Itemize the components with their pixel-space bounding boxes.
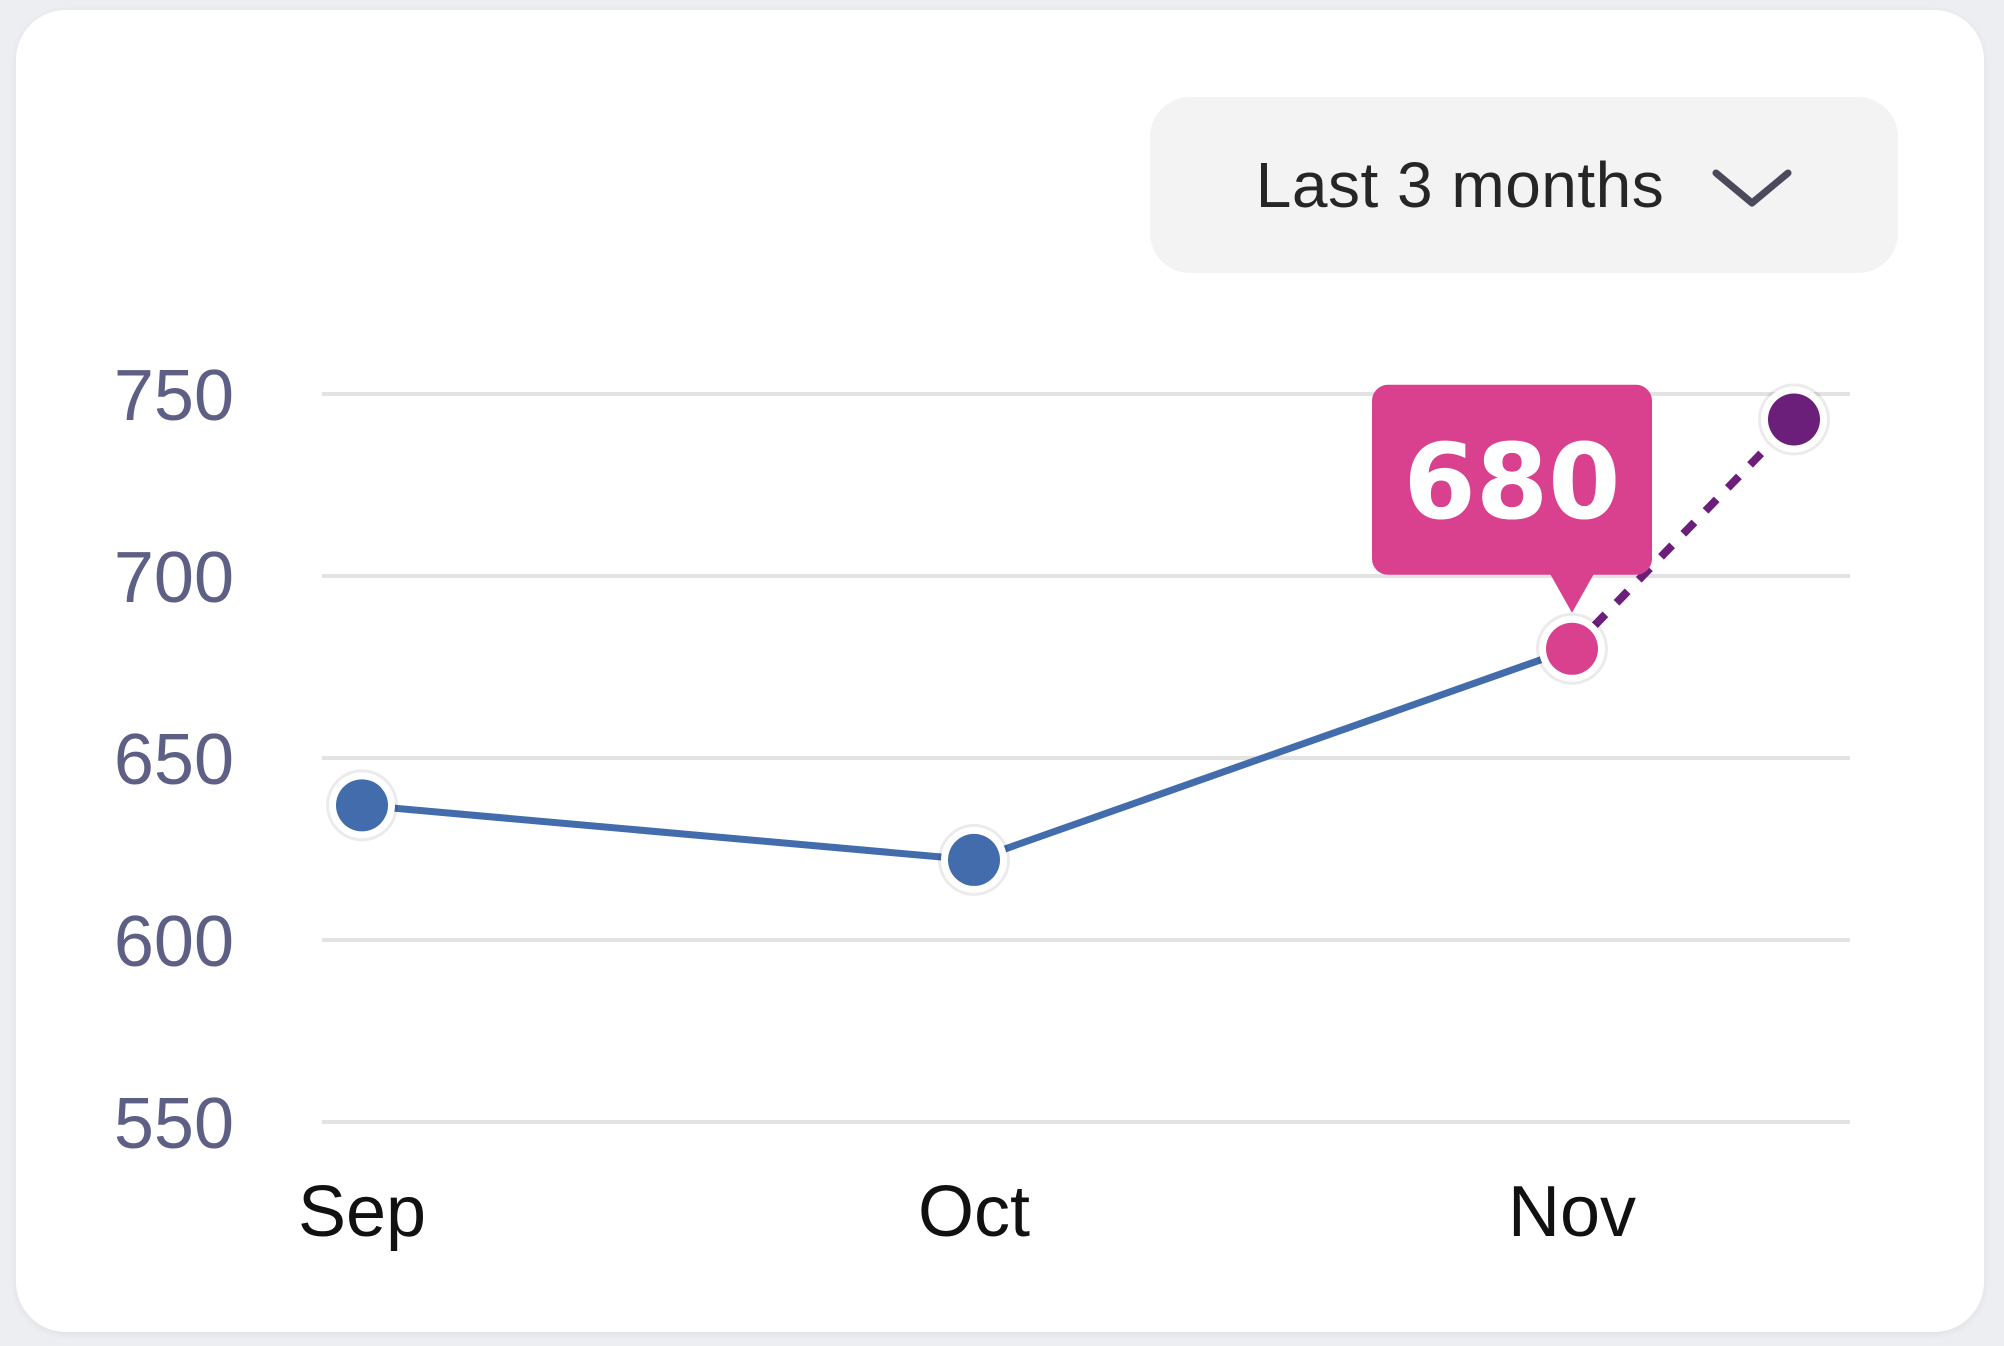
- y-tick-label: 600: [114, 902, 234, 982]
- y-tick-label: 550: [114, 1084, 234, 1164]
- x-tick-label: Nov: [1508, 1172, 1636, 1252]
- x-axis: Sep Oct Nov: [298, 1172, 1636, 1252]
- data-point: [1546, 622, 1598, 675]
- data-point: [336, 779, 388, 832]
- y-axis: 750 700 650 600 550: [114, 356, 234, 1164]
- x-tick-label: Oct: [918, 1172, 1030, 1252]
- line-chart: 750 700 650 600 550 Sep Oct Nov 680: [114, 356, 1850, 1252]
- projection-point: [1768, 393, 1820, 446]
- y-tick-label: 750: [114, 356, 234, 436]
- tooltip-pointer: [1550, 573, 1594, 613]
- y-tick-label: 700: [114, 538, 234, 618]
- value-tooltip: 680: [1372, 384, 1652, 613]
- y-tick-label: 650: [114, 720, 234, 800]
- tooltip-value: 680: [1403, 421, 1620, 543]
- data-point: [948, 833, 1000, 886]
- x-tick-label: Sep: [298, 1172, 426, 1252]
